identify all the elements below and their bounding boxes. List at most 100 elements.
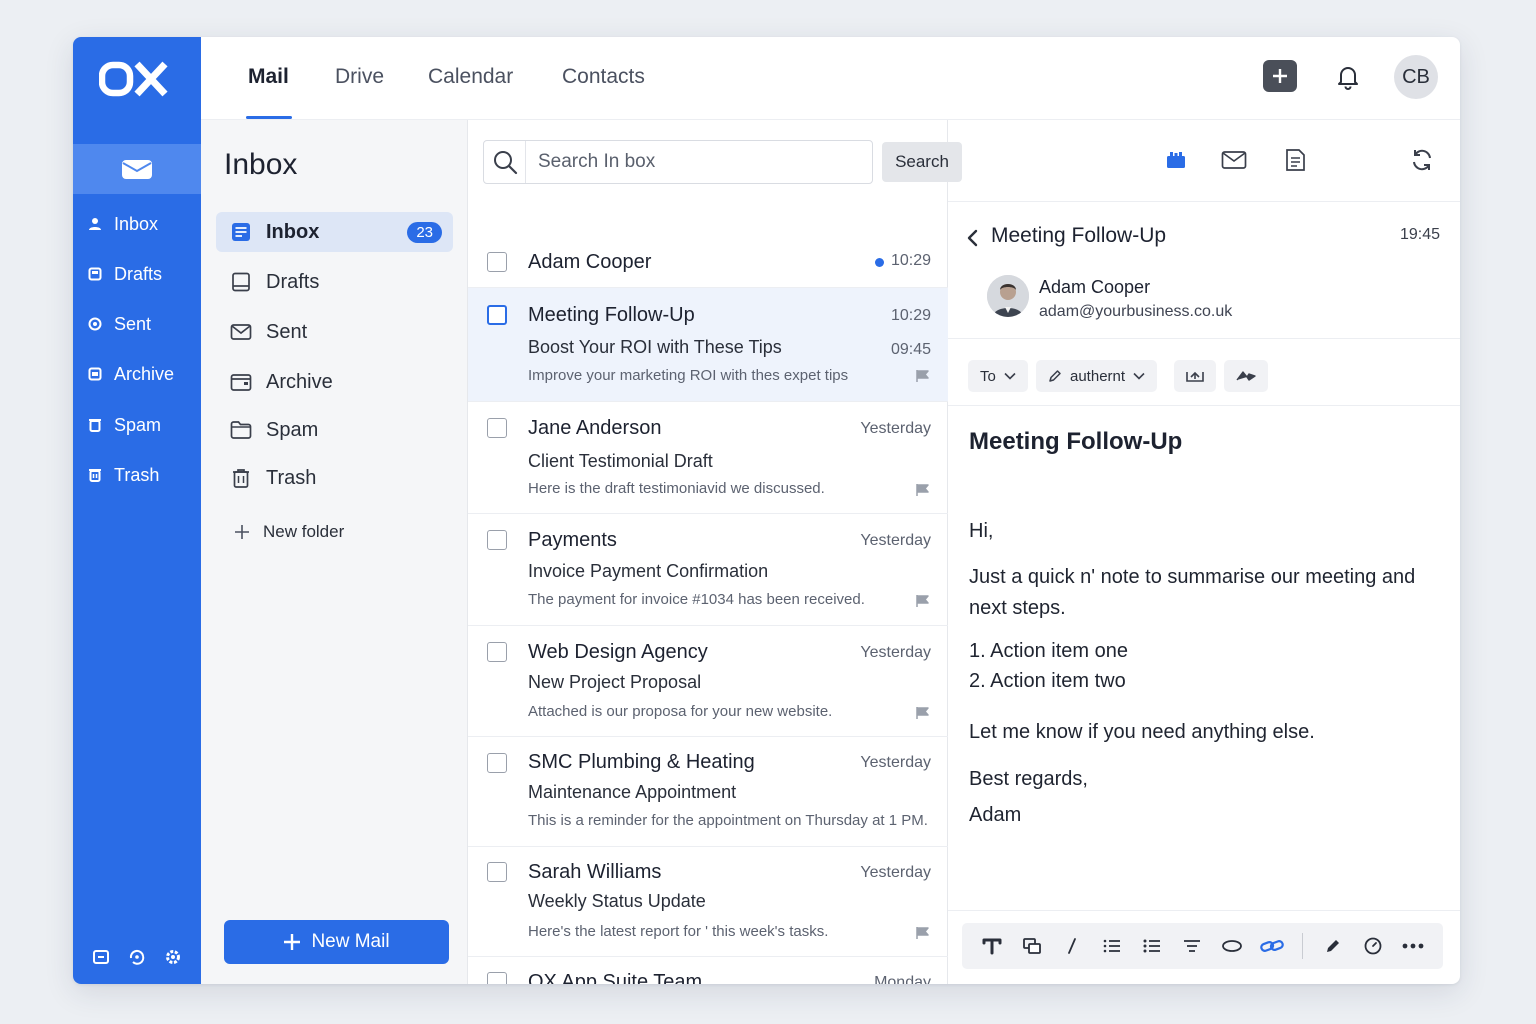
body-greeting: Hi, xyxy=(969,520,994,542)
message-checkbox[interactable] xyxy=(487,530,507,550)
mail-icon[interactable] xyxy=(1220,146,1248,174)
to-dropdown[interactable]: To xyxy=(968,360,1028,392)
envelope-icon xyxy=(122,160,152,179)
tab-contacts[interactable]: Contacts xyxy=(562,65,645,89)
rail-item-inbox[interactable]: Inbox xyxy=(73,206,201,242)
back-chevron-icon[interactable] xyxy=(964,228,980,248)
flag-icon[interactable] xyxy=(915,369,931,383)
folder-sent[interactable]: Sent xyxy=(216,312,453,352)
message-row[interactable]: SMC Plumbing & Heating Yesterday Mainten… xyxy=(468,737,948,847)
sync-icon[interactable] xyxy=(126,946,148,968)
message-time: 19:45 xyxy=(1399,226,1440,243)
message-preview: The payment for invoice #1034 has been r… xyxy=(528,591,865,608)
files-icon[interactable] xyxy=(90,946,112,968)
notifications-bell-icon[interactable] xyxy=(1334,63,1362,91)
rail-item-archive[interactable]: Archive xyxy=(73,356,201,392)
flag-icon[interactable] xyxy=(915,594,931,608)
rail-item-label: Spam xyxy=(114,414,162,435)
archive-box-icon xyxy=(230,374,252,391)
message-time: 10:29 xyxy=(890,307,931,324)
tab-mail[interactable]: Mail xyxy=(248,65,289,89)
rail-item-sent[interactable]: Sent xyxy=(73,306,201,342)
new-mail-button[interactable]: New Mail xyxy=(224,920,449,964)
bulleted-list-icon[interactable] xyxy=(1132,926,1172,966)
calendar-icon[interactable] xyxy=(1162,146,1190,174)
chevron-down-icon xyxy=(1133,372,1145,380)
folder-trash[interactable]: Trash xyxy=(216,458,453,498)
shape-icon[interactable] xyxy=(1212,926,1252,966)
text-style-icon[interactable] xyxy=(972,926,1012,966)
more-options-icon[interactable] xyxy=(1393,926,1433,966)
message-time: 10:29 xyxy=(890,252,931,269)
search-input[interactable] xyxy=(526,151,826,173)
message-row[interactable]: Sarah Williams Yesterday Weekly Status U… xyxy=(468,847,948,957)
align-center-icon[interactable] xyxy=(1172,926,1212,966)
reply-all-icon xyxy=(1186,371,1204,382)
author-label: authernt xyxy=(1070,367,1126,385)
envelope-icon xyxy=(230,324,252,340)
search-icon xyxy=(484,141,526,183)
folder-archive[interactable]: Archive xyxy=(216,362,453,402)
divider xyxy=(948,910,1460,911)
message-checkbox[interactable] xyxy=(487,418,507,438)
body-title: Meeting Follow-Up xyxy=(969,428,1183,455)
body-list-item: 1. Action item one xyxy=(969,640,1128,662)
author-dropdown[interactable]: authernt xyxy=(1036,360,1158,392)
active-tab-indicator xyxy=(246,116,292,119)
folder-pane: Inbox Inbox 23 Drafts Sent Archive Spam … xyxy=(201,120,468,984)
flag-icon[interactable] xyxy=(915,926,931,940)
tab-calendar[interactable]: Calendar xyxy=(428,65,513,89)
numbered-list-icon[interactable] xyxy=(1092,926,1132,966)
drafts-icon xyxy=(232,272,250,292)
link-icon[interactable] xyxy=(1252,926,1292,966)
message-row[interactable]: Web Design Agency Yesterday New Project … xyxy=(468,626,948,737)
pen-icon[interactable] xyxy=(1313,926,1353,966)
create-new-button[interactable] xyxy=(1263,60,1297,92)
message-row-selected[interactable]: Meeting Follow-Up 10:29 Boost Your ROI w… xyxy=(468,288,948,402)
message-checkbox[interactable] xyxy=(487,252,507,272)
folder-inbox[interactable]: Inbox 23 xyxy=(216,212,453,252)
folder-label: Drafts xyxy=(266,270,320,293)
message-checkbox[interactable] xyxy=(487,972,507,984)
person-icon xyxy=(89,218,101,230)
divider xyxy=(948,405,1460,406)
message-row[interactable]: OX App Suite Team Monday xyxy=(468,957,948,984)
message-sender: Jane Anderson xyxy=(528,417,662,439)
refresh-icon[interactable] xyxy=(1408,146,1436,174)
reply-all-button[interactable] xyxy=(1174,360,1216,392)
copy-format-icon[interactable] xyxy=(1012,926,1052,966)
archive-icon xyxy=(88,367,102,381)
document-icon[interactable] xyxy=(1281,146,1309,174)
folder-label: Spam xyxy=(266,418,319,441)
mail-app-tab[interactable] xyxy=(73,144,201,194)
divider xyxy=(948,338,1460,339)
message-sender: OX App Suite Team xyxy=(528,971,703,984)
message-row[interactable]: Jane Anderson Yesterday Client Testimoni… xyxy=(468,402,948,514)
body-list-item: 2. Action item two xyxy=(969,670,1126,692)
forward-button[interactable] xyxy=(1224,360,1268,392)
message-checkbox[interactable] xyxy=(487,642,507,662)
new-folder-link[interactable]: New folder xyxy=(233,522,344,542)
message-time: Yesterday xyxy=(860,420,931,437)
folder-spam[interactable]: Spam xyxy=(216,410,453,450)
rail-item-drafts[interactable]: Drafts xyxy=(73,256,201,292)
message-checkbox[interactable] xyxy=(487,862,507,882)
message-row[interactable]: Payments Yesterday Invoice Payment Confi… xyxy=(468,514,948,626)
timer-icon[interactable] xyxy=(1353,926,1393,966)
flag-icon[interactable] xyxy=(915,706,931,720)
rail-item-trash[interactable]: Trash xyxy=(73,457,201,493)
message-sender: Adam Cooper xyxy=(528,251,652,273)
message-checkbox[interactable] xyxy=(487,305,507,325)
settings-gear-icon[interactable] xyxy=(162,946,184,968)
plus-icon xyxy=(284,934,301,950)
flag-icon[interactable] xyxy=(915,483,931,497)
user-avatar[interactable]: CB xyxy=(1394,55,1438,99)
tab-drive[interactable]: Drive xyxy=(335,65,384,89)
message-row[interactable]: Adam Cooper 10:29 xyxy=(468,237,948,288)
rail-item-label: Trash xyxy=(114,464,160,485)
message-checkbox[interactable] xyxy=(487,753,507,773)
folder-drafts[interactable]: Drafts xyxy=(216,262,453,302)
rail-item-spam[interactable]: Spam xyxy=(73,407,201,443)
italic-icon[interactable] xyxy=(1052,926,1092,966)
rail-bottom-icons xyxy=(73,946,201,968)
